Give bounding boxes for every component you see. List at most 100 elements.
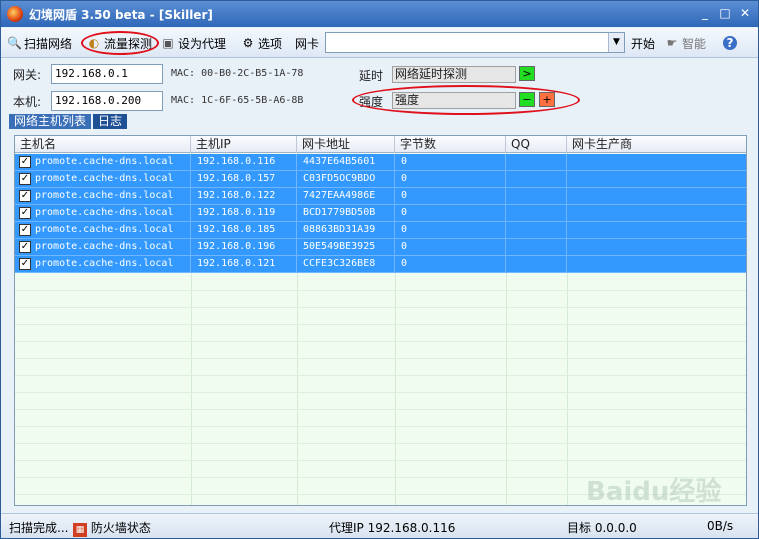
cell-mac: CCFE3C326BE8 [297,256,395,273]
cell-hostname: promote.cache-dns.local [15,171,191,188]
tab-log[interactable]: 日志 [93,114,128,129]
cell-qq [506,222,567,239]
cell-mac: C03FD5OC9BDO [297,171,395,188]
cell-bytes: 0 [395,239,506,256]
table-row[interactable]: promote.cache-dns.local 192.168.0.116 4437… [15,154,746,171]
cell-mac: 50E549BE3925 [297,239,395,256]
table-row[interactable]: promote.cache-dns.local 192.168.0.185 0886… [15,222,746,239]
local-mac: MAC: 1C-6F-65-5B-A6-8B [171,95,304,106]
cell-vendor [567,171,746,188]
col-hostname[interactable]: 主机名 [15,136,191,153]
grid-line [15,392,746,393]
chevron-down-icon[interactable]: ▼ [608,33,624,52]
table-row[interactable]: promote.cache-dns.local 192.168.0.119 BCD1… [15,205,746,222]
grid-line [15,409,746,410]
delay-label: 延时 [359,69,384,83]
cell-host-ip: 192.168.0.121 [191,256,297,273]
cell-qq [506,239,567,256]
grid-line [15,290,746,291]
cell-hostname: promote.cache-dns.local [15,205,191,222]
cell-hostname: promote.cache-dns.local [15,222,191,239]
cell-qq [506,256,567,273]
highlight-oval-strength [352,85,580,115]
tab-host-list[interactable]: 网络主机列表 [9,114,92,129]
col-qq[interactable]: QQ [506,136,567,153]
grid-line [15,341,746,342]
row-checkbox[interactable]: ✓ [19,173,31,185]
delay-go-button[interactable]: > [519,66,535,81]
row-checkbox[interactable]: ✓ [19,241,31,253]
cell-vendor [567,222,746,239]
options-button[interactable]: ⚙ 选项 [241,34,282,52]
cell-host-ip: 192.168.0.196 [191,239,297,256]
help-button[interactable]: ? [723,34,737,52]
nic-label: 网卡 [295,36,320,51]
col-vendor[interactable]: 网卡生产商 [567,136,746,153]
table-header: 主机名 主机IP 网卡地址 字节数 QQ 网卡生产商 [15,136,746,153]
minimize-button[interactable]: _ [696,5,714,21]
col-mac[interactable]: 网卡地址 [297,136,395,153]
close-button[interactable]: ✕ [736,5,754,21]
row-checkbox[interactable]: ✓ [19,190,31,202]
toolbar: 🔍 扫描网络 ◐ 流量探测 ▣ 设为代理 ⚙ 选项 网卡 ▼ 开始 ☛ 智能 ? [1,28,758,58]
cell-vendor [567,205,746,222]
maximize-button[interactable]: □ [716,5,734,21]
cell-qq [506,171,567,188]
delay-field: 网络延时探测 [392,66,516,83]
cell-vendor [567,188,746,205]
cell-hostname: promote.cache-dns.local [15,239,191,256]
cell-qq [506,154,567,171]
grid-line [15,426,746,427]
grid-line [15,460,746,461]
scan-network-button[interactable]: 🔍 扫描网络 [7,34,72,52]
table-row[interactable]: promote.cache-dns.local 192.168.0.196 50E5… [15,239,746,256]
start-button[interactable]: 开始 [631,34,655,52]
cell-bytes: 0 [395,256,506,273]
firewall-label: 防火墙状态 [90,521,151,535]
cell-vendor [567,154,746,171]
nic-select[interactable]: ▼ [325,32,625,53]
window-controls: _ □ ✕ [696,5,754,21]
gear-icon: ⚙ [242,36,254,50]
cell-host-ip: 192.168.0.185 [191,222,297,239]
set-proxy-button[interactable]: ▣ 设为代理 [161,34,226,52]
col-bytes[interactable]: 字节数 [395,136,506,153]
firewall-status[interactable]: ▦ 防火墙状态 [73,519,151,537]
options-label: 选项 [258,36,283,51]
gateway-ip-field[interactable]: 192.168.0.1 [51,64,163,84]
row-checkbox[interactable]: ✓ [19,224,31,236]
table-row[interactable]: promote.cache-dns.local 192.168.0.157 C03F… [15,171,746,188]
gateway-mac: MAC: 00-B0-2C-B5-1A-78 [171,68,304,79]
cell-vendor [567,239,746,256]
local-ip-field[interactable]: 192.168.0.200 [51,91,163,111]
tab-bar: 网络主机列表 日志 [9,114,128,130]
gateway-label: 网关: [13,68,42,82]
smart-button[interactable]: ☛ 智能 [665,34,706,52]
target-status: 目标 0.0.0.0 [567,521,637,535]
help-icon: ? [723,36,737,50]
grid-line [15,307,746,308]
cell-mac: 4437E64B5601 [297,154,395,171]
cell-host-ip: 192.168.0.119 [191,205,297,222]
cell-mac: 08863BD31A39 [297,222,395,239]
table-row[interactable]: promote.cache-dns.local 192.168.0.121 CCFE… [15,256,746,273]
grid-line [15,375,746,376]
cell-host-ip: 192.168.0.122 [191,188,297,205]
status-bar: 扫描完成... ▦ 防火墙状态 代理IP 192.168.0.116 目标 0.… [1,513,758,538]
main-window: 幻境网盾 3.50 beta - [Skiller] _ □ ✕ 🔍 扫描网络 … [0,0,759,539]
monitor-icon: ▣ [162,36,174,50]
scan-status: 扫描完成... [9,521,69,535]
row-checkbox[interactable]: ✓ [19,207,31,219]
row-checkbox[interactable]: ✓ [19,156,31,168]
grid-line [15,358,746,359]
magnifier-icon: 🔍 [7,36,22,50]
hand-icon: ☛ [666,36,678,50]
cell-qq [506,188,567,205]
cell-vendor [567,256,746,273]
row-checkbox[interactable]: ✓ [19,258,31,270]
title-bar: 幻境网盾 3.50 beta - [Skiller] _ □ ✕ [1,1,758,27]
col-host-ip[interactable]: 主机IP [191,136,297,153]
table-row[interactable]: promote.cache-dns.local 192.168.0.122 7427… [15,188,746,205]
cell-bytes: 0 [395,154,506,171]
grid-line [15,324,746,325]
